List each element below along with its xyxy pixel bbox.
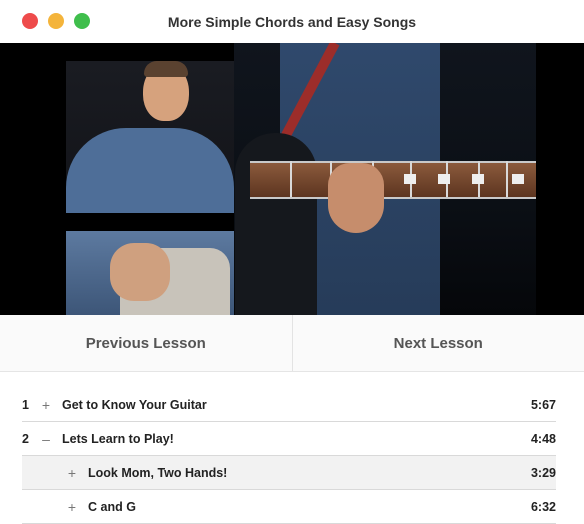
lesson-duration: 4:48 [530,431,556,446]
minimize-button[interactable] [48,13,64,29]
sublesson-duration: 6:32 [530,499,556,514]
fretting-hand [328,163,384,233]
sublesson-title[interactable]: Look Mom, Two Hands! [82,466,516,480]
lesson-number: 1 [22,397,29,412]
fret-inlay [472,174,484,184]
lesson-duration: 5:67 [530,397,556,412]
title-bar: More Simple Chords and Easy Songs [0,0,584,43]
fret-inlay [404,174,416,184]
lesson-title[interactable]: Lets Learn to Play! [56,432,516,446]
instructor-shirt [66,128,234,213]
expand-icon[interactable]: + [62,499,82,515]
strumming-hand [110,243,170,301]
sublesson-duration: 3:29 [530,465,556,480]
fret-inlay [512,174,524,184]
previous-lesson-button[interactable]: Previous Lesson [0,315,292,371]
video-player[interactable] [0,43,584,315]
lesson-list: 1 + Get to Know Your Guitar 5:67 2 – Let… [0,372,584,524]
sublesson-row[interactable]: + Look Mom, Two Hands! 3:29 [22,456,556,490]
instructor-hair [144,61,188,77]
fret-inlay [438,174,450,184]
lesson-title[interactable]: Get to Know Your Guitar [56,398,516,412]
zoom-button[interactable] [74,13,90,29]
window-controls [22,13,90,29]
guitar-neck [250,161,536,199]
collapse-icon[interactable]: – [36,431,56,447]
sublesson-row[interactable]: + C and G 6:32 [22,490,556,524]
window-title: More Simple Chords and Easy Songs [167,13,417,30]
sublesson-title[interactable]: C and G [82,500,516,514]
lesson-row-1[interactable]: 1 + Get to Know Your Guitar 5:67 [22,388,556,422]
lesson-navigation: Previous Lesson Next Lesson [0,315,584,372]
lesson-row-2[interactable]: 2 – Lets Learn to Play! 4:48 [22,422,556,456]
fret [290,161,292,197]
close-button[interactable] [22,13,38,29]
expand-icon[interactable]: + [62,465,82,481]
fret [506,161,508,197]
lesson-number: 2 [22,431,29,446]
expand-icon[interactable]: + [36,397,56,413]
next-lesson-button[interactable]: Next Lesson [291,315,584,371]
